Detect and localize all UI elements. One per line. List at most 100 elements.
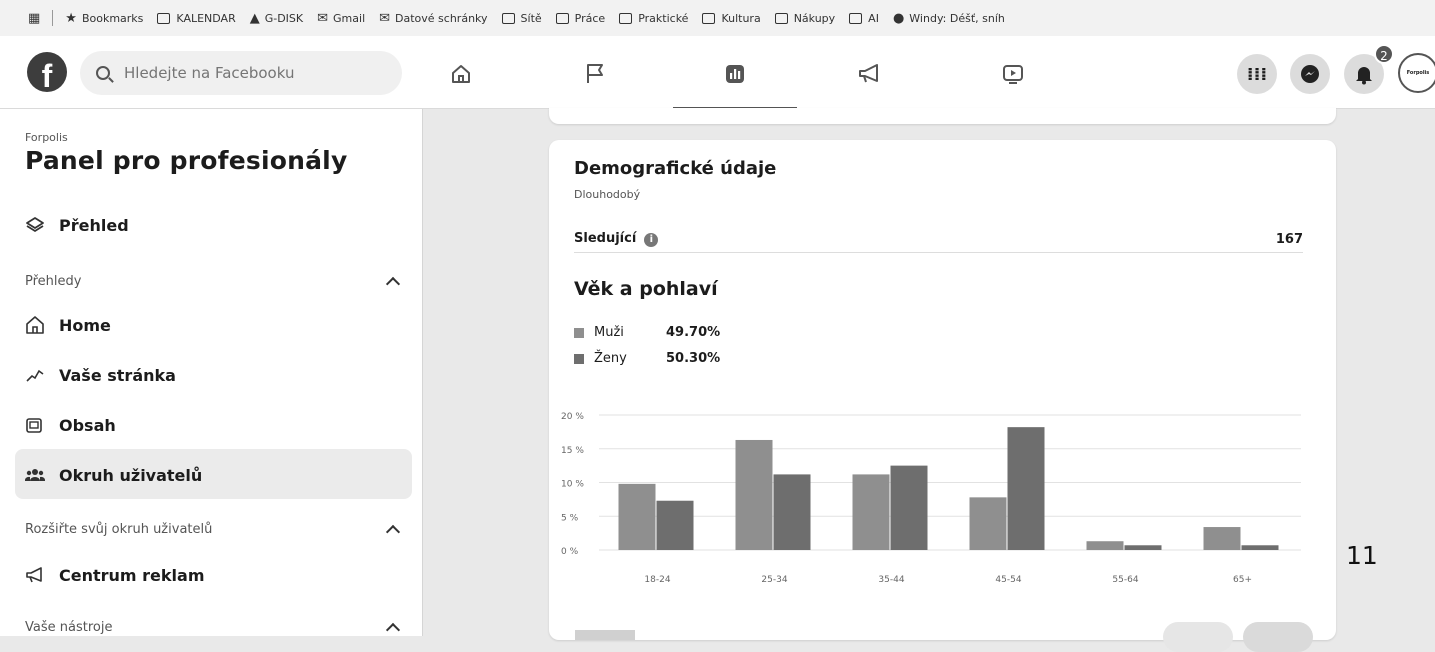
legend-label: Muži (594, 325, 624, 340)
sidebar-item-overview[interactable]: Přehled (25, 215, 129, 235)
bar-women-65+[interactable] (1241, 545, 1279, 550)
home-icon (452, 65, 470, 83)
page-brand: Forpolis (25, 131, 68, 144)
bookmark-site[interactable]: Sítě (501, 12, 542, 25)
followers-label: Sledující (574, 231, 637, 246)
bookmark-ai[interactable]: AI (849, 12, 879, 25)
card-title: Demografické údaje (574, 158, 777, 179)
age-gender-bar-chart: 0 % 5 % 10 % 15 % 20 % 18-24 25-34 35-44 45-54 55… (561, 412, 1301, 585)
search-box[interactable] (80, 51, 402, 95)
sidebar: Forpolis Panel pro profesionály Přehled … (0, 109, 423, 638)
search-input[interactable] (122, 63, 366, 83)
bar-men-65+[interactable] (1203, 527, 1241, 550)
video-icon (1003, 65, 1023, 84)
page-number: 11 (1346, 541, 1378, 570)
followers-row: Sledující i 167 (574, 226, 1303, 253)
menu-grid-icon: ⁞⁞⁞ (1246, 63, 1268, 85)
section-grow-audience[interactable]: Rozšiřte svůj okruh uživatelů (25, 522, 402, 540)
bar-men-18-24[interactable] (618, 483, 656, 550)
folder-icon (849, 12, 863, 24)
chevron-up-icon[interactable] (385, 524, 401, 540)
x-tick-label: 55-64 (1112, 575, 1138, 585)
home-icon (25, 315, 45, 335)
chevron-up-icon[interactable] (385, 622, 401, 638)
bookmark-kultura[interactable]: Kultura (702, 12, 761, 25)
search-icon (96, 66, 110, 80)
bookmark-prakticke[interactable]: Praktické (619, 12, 688, 25)
bookmark-windy[interactable]: ● Windy: Déšť, sníh (893, 11, 1005, 26)
star-icon: ★ (65, 10, 77, 26)
bar-women-18-24[interactable] (656, 500, 694, 550)
legend-swatch (574, 327, 584, 338)
page-title: Panel pro profesionály (25, 146, 348, 175)
sidebar-item-content[interactable]: Obsah (25, 415, 116, 435)
folder-icon (702, 12, 716, 24)
legend-item-women: Ženy 50.30% (574, 351, 720, 366)
sidebar-item-label: Obsah (59, 415, 116, 435)
bar-women-45-54[interactable] (1007, 427, 1045, 550)
x-tick-label: 25-34 (761, 575, 787, 585)
bookmark-datove-schranky[interactable]: ✉ Datové schránky (379, 11, 487, 26)
chevron-up-icon[interactable] (385, 276, 401, 292)
tab-pages[interactable] (540, 50, 650, 98)
bookmark-gmail[interactable]: ✉ Gmail (317, 11, 365, 26)
tab-ads[interactable] (815, 50, 925, 98)
bar-men-35-44[interactable] (852, 474, 890, 550)
bar-men-25-34[interactable] (735, 439, 773, 550)
megaphone-icon (25, 565, 45, 585)
section-label: Přehledy (25, 274, 82, 289)
followers-value: 167 (1275, 231, 1303, 247)
menu-button[interactable]: ⁞⁞⁞ (1237, 54, 1277, 94)
insights-icon (726, 65, 744, 83)
card-subtitle: Dlouhodobý (574, 188, 641, 201)
bookmark-gdisk[interactable]: ▲ G-DISK (250, 11, 303, 26)
content-icon (25, 415, 45, 435)
x-tick-label: 45-54 (995, 575, 1021, 585)
tab-video[interactable] (958, 50, 1068, 98)
bar-men-45-54[interactable] (969, 497, 1007, 550)
sidebar-item-label: Přehled (59, 215, 129, 235)
legend-value: 49.70% (666, 325, 721, 340)
y-tick-label: 15 % (561, 446, 584, 456)
bar-men-55-64[interactable] (1086, 541, 1124, 550)
flag-icon (587, 64, 603, 83)
people-icon (25, 465, 45, 485)
y-tick-label: 20 % (561, 412, 584, 422)
drive-icon: ▲ (249, 10, 260, 26)
sidebar-item-home[interactable]: Home (25, 315, 111, 335)
next-card-title-placeholder (575, 630, 635, 640)
bookmark-nakupy[interactable]: Nákupy (774, 12, 835, 25)
next-card-button[interactable] (1163, 622, 1233, 652)
top-navigation: f ⁞⁞⁞ 2 Forpolis (0, 36, 1435, 110)
section-title: Věk a pohlaví (574, 278, 718, 300)
legend-value: 50.30% (666, 351, 721, 366)
x-tick-label: 18-24 (644, 575, 670, 585)
folder-icon (555, 12, 569, 24)
x-tick-label: 35-44 (878, 575, 904, 585)
section-label: Vaše nástroje (25, 620, 113, 635)
trend-line-icon (25, 365, 45, 385)
section-prehledy[interactable]: Přehledy (25, 274, 402, 292)
bar-women-25-34[interactable] (773, 474, 811, 550)
sidebar-item-your-page[interactable]: Vaše stránka (25, 365, 176, 385)
tab-home[interactable] (406, 50, 516, 98)
sidebar-item-label: Vaše stránka (59, 365, 176, 385)
bar-women-55-64[interactable] (1124, 545, 1162, 550)
apps-grid-icon[interactable]: ▦ (28, 11, 40, 26)
bookmark-prace[interactable]: Práce (555, 12, 605, 25)
info-icon[interactable]: i (644, 233, 659, 247)
sidebar-item-ad-center[interactable]: Centrum reklam (25, 565, 205, 585)
facebook-logo-icon[interactable]: f (27, 52, 67, 92)
tab-dashboard[interactable] (673, 50, 797, 110)
section-your-tools[interactable]: Vaše nástroje (25, 620, 402, 638)
bookmark-kalendar[interactable]: KALENDAR (157, 12, 236, 25)
sidebar-item-audience[interactable]: Okruh uživatelů (25, 465, 202, 485)
folder-icon (774, 12, 788, 24)
messenger-button[interactable] (1290, 54, 1330, 94)
folder-icon (619, 12, 633, 24)
avatar[interactable]: Forpolis (1398, 53, 1435, 93)
bookmark-bookmarks[interactable]: ★ Bookmarks (65, 11, 143, 26)
next-card-button[interactable] (1243, 622, 1313, 652)
legend-item-men: Muži 49.70% (574, 325, 720, 340)
bar-women-35-44[interactable] (890, 465, 928, 550)
